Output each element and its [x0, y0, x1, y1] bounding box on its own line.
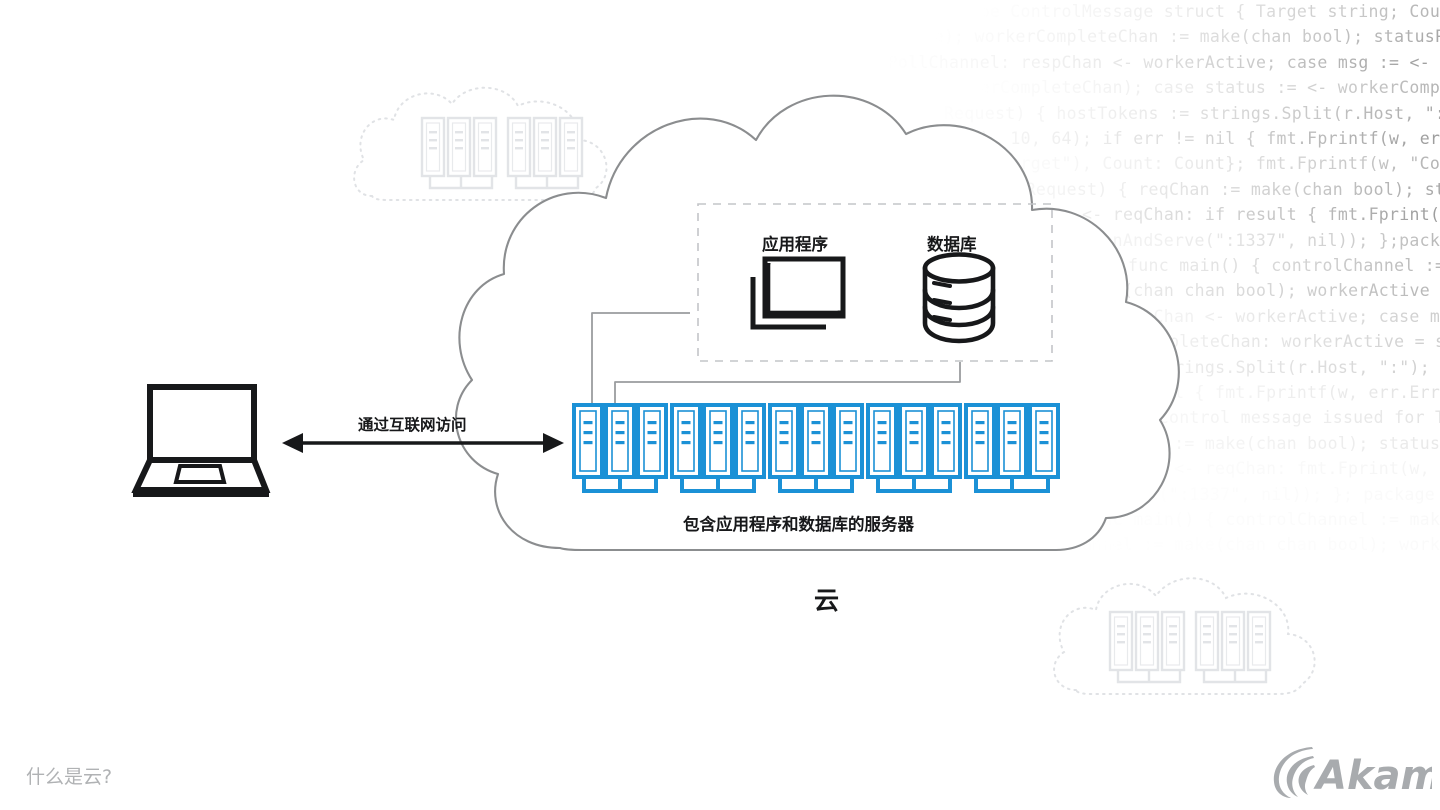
database-label: 数据库	[927, 235, 977, 254]
server-group-1	[572, 403, 668, 493]
akamai-swirl-icon	[1273, 747, 1315, 798]
internet-arrow-label: 通过互联网访问	[358, 416, 467, 434]
diagram-artwork	[131, 86, 1316, 695]
page-caption: 什么是云?	[26, 766, 113, 788]
akamai-logo: Akamai	[1273, 747, 1432, 799]
app-label: 应用程序	[762, 235, 828, 254]
server-group-5	[964, 403, 1060, 493]
server-groups	[572, 403, 1060, 493]
server-group-2	[670, 403, 766, 493]
diagram-canvas: chanList := []string{ "dmn", "cimn" }; t…	[0, 0, 1440, 810]
server-group-3	[768, 403, 864, 493]
ghost-cloud-racks	[420, 116, 584, 190]
servers-caption: 包含应用程序和数据库的服务器	[683, 515, 914, 534]
cloud-label: 云	[814, 586, 840, 615]
akamai-wordmark: Akamai	[1313, 753, 1432, 799]
ghost-cloud-bottom-right	[1053, 577, 1316, 695]
ghost-cloud-top-left	[353, 86, 608, 201]
laptop-icon	[131, 384, 271, 497]
ghost-cloud-racks	[1108, 610, 1272, 684]
server-group-4	[866, 403, 962, 493]
